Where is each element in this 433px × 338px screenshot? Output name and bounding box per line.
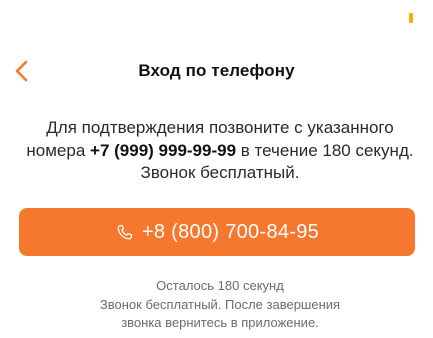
- countdown-text: Осталось 180 секунд: [156, 278, 284, 293]
- status-indicator: [409, 13, 413, 23]
- instructions-text: Для подтверждения позвоните с указанного…: [20, 117, 420, 185]
- call-button[interactable]: +8 (800) 700-84-95: [19, 208, 415, 256]
- footer-note-line-2: звонка вернитесь в приложение.: [121, 315, 319, 330]
- phone-icon: [117, 224, 133, 240]
- footer-note-line-1: Звонок бесплатный. После завершения: [99, 296, 341, 312]
- header: Вход по телефону: [0, 58, 433, 88]
- footer-info: Осталось 180 секунд Звонок бесплатный. П…: [20, 277, 420, 333]
- page-title: Вход по телефону: [138, 61, 295, 80]
- user-phone-number: +7 (999) 999-99-99: [90, 140, 237, 160]
- call-number: +8 (800) 700-84-95: [141, 220, 320, 243]
